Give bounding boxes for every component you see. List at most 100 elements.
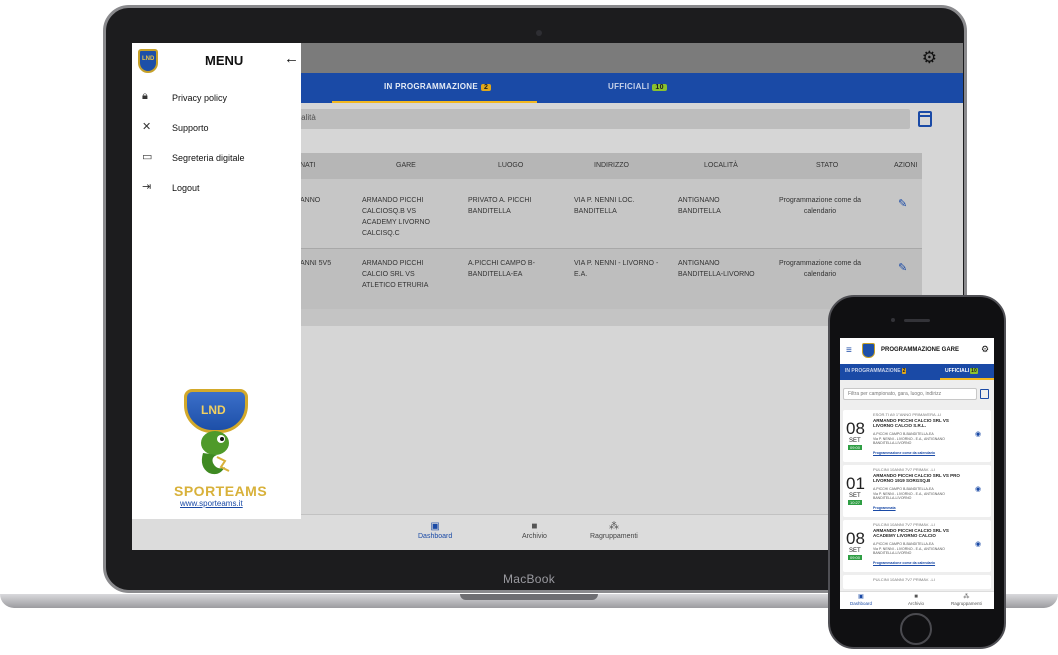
nav-label: Archivio [522, 533, 547, 540]
nav-archivio[interactable]: ■ Archivio [908, 594, 924, 606]
calendar-icon: ▣ [858, 594, 864, 600]
column-header: NATI [300, 162, 316, 169]
eye-icon[interactable]: ◉ [975, 485, 981, 493]
nav-dashboard[interactable]: ▣ Dashboard [418, 521, 452, 540]
match-location: A.PICCHI CAMPO B-BANDITELLA-EA [873, 432, 934, 436]
drawer-header: LND MENU ← [132, 43, 301, 79]
nav-label: Dashboard [418, 533, 453, 540]
nav-dashboard[interactable]: ▣ Dashboard [850, 594, 872, 606]
menu-item-supporto[interactable]: ✕ Supporto [132, 119, 301, 139]
arrow-left-icon[interactable]: ← [284, 50, 299, 67]
calendar-icon[interactable] [918, 111, 932, 127]
tab-in-programmazione[interactable]: IN PROGRAMMAZIONE 2 [845, 368, 907, 374]
match-status: Programmazione come da calendario [873, 561, 936, 565]
logo-text: LND [142, 56, 155, 62]
phone-speaker [904, 319, 930, 322]
phone-header: ≡ PROGRAMMAZIONE GARE ⚙ [840, 338, 994, 364]
match-category: PULCINI 10ANNI 7V7 PRIMAV. -LI [873, 467, 935, 472]
tab-label: IN PROGRAMMAZIONE [384, 82, 478, 91]
folder-icon: ■ [914, 594, 918, 600]
eye-icon[interactable]: ◉ [975, 430, 981, 438]
eye-icon[interactable]: ◉ [975, 540, 981, 548]
column-header: AZIONI [894, 162, 918, 169]
match-card[interactable]: PULCINI 10ANNI 7V7 PRIMAV. -LI 01 SET 10… [843, 465, 991, 517]
match-status: Programmazione come da calendario [873, 451, 936, 455]
tab-count-badge: 2 [901, 368, 907, 374]
match-teams: ARMANDO PICCHI CALCIO SRL VS ACADEMY LIV… [873, 528, 949, 538]
tab-ufficiali[interactable]: UFFICIALI 10 [608, 82, 667, 91]
cell-gara: ARMANDO PICCHI CALCIOSQ.B VS ACADEMY LIV… [362, 197, 430, 237]
tab-ufficiali[interactable]: UFFICIALI 10 [945, 368, 978, 374]
menu-label: Privacy policy [172, 93, 228, 103]
cell-stato: Programmazione come da calendario [778, 260, 862, 278]
menu-label: Segreteria digitale [172, 153, 245, 163]
column-header: GARE [396, 162, 416, 169]
menu-item-segreteria-digitale[interactable]: ▭ Segreteria digitale [132, 149, 301, 169]
match-day: 08 [846, 529, 865, 548]
lnd-logo: LND [138, 49, 158, 73]
match-teams: ARMANDO PICCHI CALCIO SRL VS LIVORNO CAL… [873, 418, 949, 428]
search-input[interactable]: Filtra per campionato, gara, luogo, indi… [843, 388, 977, 400]
menu-label: Logout [172, 183, 200, 193]
match-status: Programmata [873, 506, 896, 510]
match-category: PULCINI 10ANNI 7V7 PRIMAV. -LI [873, 577, 935, 582]
logout-icon: ⇥ [142, 181, 152, 193]
menu-item-logout[interactable]: ⇥ Logout [132, 179, 301, 199]
monitor-icon: ▭ [142, 151, 153, 163]
match-time: 09:00 [848, 555, 863, 560]
sporteams-link[interactable]: www.sporteams.it [180, 499, 243, 508]
active-tab-indicator [940, 378, 994, 380]
match-teams: ARMANDO PICCHI CALCIO SRL VS PRO LIVORNO… [873, 473, 960, 483]
match-month: SET [849, 548, 861, 554]
nav-label: Dashboard [850, 601, 873, 606]
webcam [536, 30, 542, 36]
active-tab-indicator [332, 101, 537, 103]
gear-icon[interactable]: ⚙ [981, 344, 989, 355]
tab-count-badge: 2 [481, 84, 492, 91]
menu-label: Supporto [172, 123, 209, 133]
hamburger-menu-icon[interactable]: ≡ [846, 345, 852, 356]
tab-count-badge: 10 [652, 84, 667, 91]
match-day: 01 [846, 474, 865, 493]
calendar-icon[interactable] [980, 389, 989, 399]
match-month: SET [849, 438, 861, 444]
nav-ragruppamenti[interactable]: ⁂ Ragruppamenti [590, 521, 638, 540]
cell-indirizzo: VIA P. NENNI - LIVORNO - E.A. [574, 260, 659, 278]
column-header: LUOGO [498, 162, 524, 169]
nav-archivio[interactable]: ■ Archivio [522, 521, 547, 540]
laptop-notch [460, 594, 598, 600]
match-location: A.PICCHI CAMPO B-BANDITELLA-EA [873, 542, 934, 546]
cell-luogo: A.PICCHI CAMPO B-BANDITELLA-EA [468, 260, 535, 278]
phone-screen: ≡ PROGRAMMAZIONE GARE ⚙ IN PROGRAMMAZION… [840, 338, 994, 609]
cell-localita: ANTIGNANO BANDITELLA [678, 197, 721, 215]
tab-label: UFFICIALI [945, 368, 970, 374]
edit-icon[interactable]: ✎ [898, 197, 907, 210]
folder-icon: ■ [531, 521, 538, 532]
phone-home-button[interactable] [900, 613, 932, 645]
search-placeholder: Filtra per campionato, gara, luogo, indi… [848, 391, 942, 397]
column-header: STATO [816, 162, 839, 169]
tab-label: IN PROGRAMMAZIONE [845, 368, 901, 374]
match-month: SET [849, 493, 861, 499]
lnd-logo [862, 343, 875, 358]
tab-label: UFFICIALI [608, 82, 650, 91]
nav-ragruppamenti[interactable]: ⁂ Ragruppamenti [951, 594, 982, 606]
match-address: Via P. NENNI - LIVORNO - E.A., ANTIGNANO… [873, 437, 945, 445]
column-header: LOCALITÀ [704, 162, 738, 169]
match-card[interactable]: PULCINI 10ANNI 7V7 PRIMAV. -LI [843, 575, 991, 589]
match-time: 10:27 [848, 500, 863, 505]
edit-icon[interactable]: ✎ [898, 261, 907, 274]
cell-luogo: PRIVATO A. PICCHI BANDITELLA [468, 197, 532, 215]
gear-icon[interactable]: ⚙ [922, 49, 937, 66]
cell-indirizzo: VIA P. NENNI LOC. BANDITELLA [574, 197, 635, 215]
nav-label: Ragruppamenti [951, 601, 982, 606]
phone-page-title: PROGRAMMAZIONE GARE [881, 347, 959, 353]
drawer-title: MENU [205, 53, 244, 68]
shield-text: LND [201, 403, 226, 417]
tab-in-programmazione[interactable]: IN PROGRAMMAZIONE 2 [384, 82, 492, 91]
match-card[interactable]: ESOR.TI A9 1°ANNO PRIMAVERA -LI 08 SET 0… [843, 410, 991, 462]
match-card[interactable]: PULCINI 10ANNI 7V7 PRIMAV. -LI 08 SET 09… [843, 520, 991, 572]
calendar-icon: ▣ [430, 521, 440, 532]
menu-item-privacy-policy[interactable]: 🔒︎ Privacy policy [132, 89, 301, 109]
phone-bottom-nav: ▣ Dashboard ■ Archivio ⁂ Ragruppamenti [840, 591, 994, 609]
